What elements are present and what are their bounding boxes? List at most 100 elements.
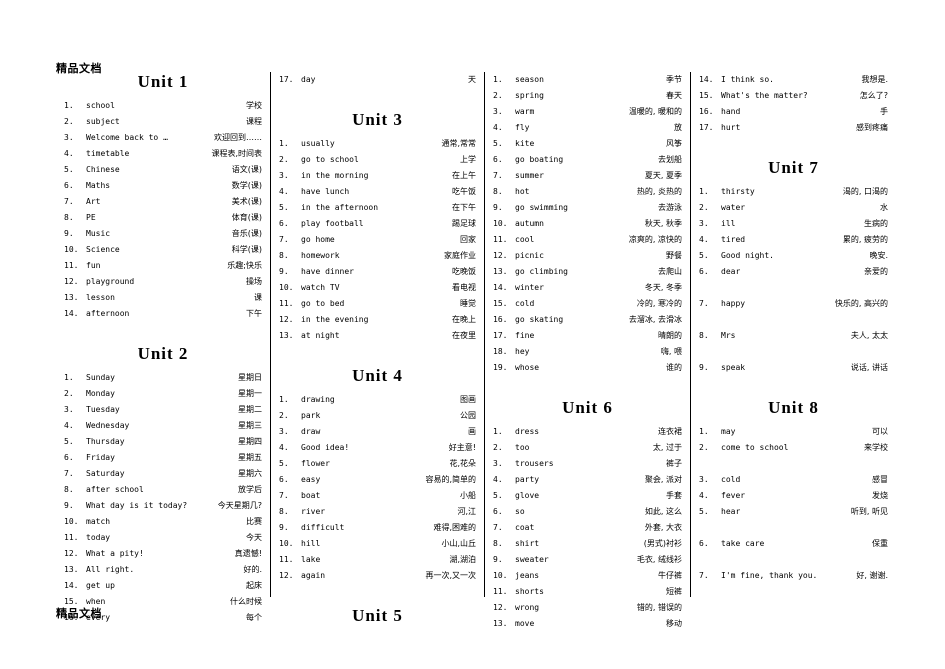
entry-english: sweater xyxy=(515,555,549,564)
table-row: 4. Wednesday 星期三 xyxy=(64,418,262,434)
entry-number: 1. xyxy=(699,427,709,436)
word-list-columns: Unit 1 1. school 学校 2. subject 课程 3. Welcome bac… xyxy=(56,72,896,628)
entry-english: Sunday xyxy=(86,373,115,382)
entry-english: cold xyxy=(515,299,535,308)
table-row: 15. What's the matter? 怎么了? xyxy=(699,88,888,104)
entry-number: 1. xyxy=(64,373,74,382)
entry-english: trousers xyxy=(515,459,554,468)
entry-english: in the evening xyxy=(301,315,369,324)
table-row: 8. shirt (男式)衬衫 xyxy=(493,536,682,552)
table-row: 16. every 每个 xyxy=(64,610,262,626)
entry-number: 7. xyxy=(699,299,709,308)
document-page: 精品文档 精品文档 Unit 1 1. school 学校 2. subject 课程 3. W… xyxy=(0,0,945,669)
table-row: 10. Science 科学(课) xyxy=(64,242,262,258)
table-row: 6. dear 亲爱的 xyxy=(699,264,888,280)
entry-number: 5. xyxy=(279,203,289,212)
entry-number: 2. xyxy=(493,443,503,452)
table-row: 12. What a pity! 真遗憾! xyxy=(64,546,262,562)
entry-number: 5. xyxy=(493,139,503,148)
entry-chinese xyxy=(842,552,888,568)
entry-chinese: 课程表,时间表 xyxy=(211,149,262,158)
entry-english: fly xyxy=(515,123,530,132)
entry-number: 1. xyxy=(493,427,503,436)
table-row: 7. coat 外套, 大衣 xyxy=(493,520,682,536)
entry-english: in the afternoon xyxy=(301,203,379,212)
entry-english: day xyxy=(301,75,316,84)
entry-english: hot xyxy=(515,187,530,196)
entry-chinese: 星期一 xyxy=(238,389,262,398)
entry-english: Wednesday xyxy=(86,421,130,430)
entry-english: picnic xyxy=(515,251,544,260)
table-row: 2. Monday 星期一 xyxy=(64,386,262,402)
column-4: 14. I think so. 我想是. 15. What's the matter? 怎… xyxy=(690,72,896,597)
entry-number: 9. xyxy=(699,363,709,372)
entry-number: 10. xyxy=(279,283,294,292)
entry-number: 12. xyxy=(279,315,294,324)
entry-chinese: 音乐(课) xyxy=(231,229,262,238)
table-row: 3. in the morning 在上午 xyxy=(279,168,476,184)
table-row: 7. I'm fine, thank you. 好, 谢谢. xyxy=(699,568,888,584)
entry-english: autumn xyxy=(515,219,544,228)
entry-number: 3. xyxy=(493,459,503,468)
table-row: 3. ill 生病的 xyxy=(699,216,888,232)
entry-number: 8. xyxy=(699,331,709,340)
word-table: 1. season 季节 2. spring 春天 3. warm 温暖的, 暖和的 4. fly 放… xyxy=(493,72,682,376)
table-row: 6. so 如此, 这么 xyxy=(493,504,682,520)
entry-chinese: 什么时候 xyxy=(230,597,262,606)
entry-number: 9. xyxy=(64,501,74,510)
table-row: 14. get up 起床 xyxy=(64,578,262,594)
entry-chinese: 回家 xyxy=(460,235,476,244)
entry-english xyxy=(721,312,804,328)
entry-chinese: 踢足球 xyxy=(452,219,476,228)
entry-chinese: 睡觉 xyxy=(460,299,476,308)
entry-number: 6. xyxy=(64,181,74,190)
entry-english: happy xyxy=(721,299,746,308)
entry-chinese: 吃午饭 xyxy=(452,187,476,196)
entry-number: 9. xyxy=(493,555,503,564)
entry-number: 10. xyxy=(493,219,508,228)
table-row: 7. happy 快乐的, 高兴的 xyxy=(699,296,888,312)
table-row: 7. Art 美术(课) xyxy=(64,194,262,210)
entry-english: when xyxy=(86,597,106,606)
entry-number xyxy=(699,344,721,360)
table-row: 9. have dinner 吃晚饭 xyxy=(279,264,476,280)
entry-english: Chinese xyxy=(86,165,120,174)
table-row: 10. match 比赛 xyxy=(64,514,262,530)
entry-chinese: 晴朗的 xyxy=(658,331,682,340)
entry-number: 11. xyxy=(493,235,508,244)
entry-english: flower xyxy=(301,459,330,468)
entry-number: 6. xyxy=(493,155,503,164)
entry-chinese: 吃晚饭 xyxy=(452,267,476,276)
entry-number: 16. xyxy=(493,315,508,324)
entry-chinese: 上学 xyxy=(460,155,476,164)
table-row: 6. Friday 星期五 xyxy=(64,450,262,466)
entry-chinese: 太, 过于 xyxy=(652,443,682,452)
entry-number xyxy=(699,280,721,296)
entry-number: 19. xyxy=(493,363,508,372)
entry-chinese: 科学(课) xyxy=(231,245,262,254)
entry-english: take care xyxy=(721,539,765,548)
entry-chinese: 渴的, 口渴的 xyxy=(842,187,888,196)
entry-english: easy xyxy=(301,475,321,484)
entry-number: 2. xyxy=(64,389,74,398)
entry-number: 2. xyxy=(493,91,503,100)
entry-number: 3. xyxy=(279,427,289,436)
entry-english xyxy=(721,552,842,568)
table-row: 2. water 水 xyxy=(699,200,888,216)
entry-chinese: 语文(课) xyxy=(231,165,262,174)
entry-english: Monday xyxy=(86,389,115,398)
entry-chinese: 季节 xyxy=(666,75,682,84)
entry-english: Welcome back to … xyxy=(86,133,168,142)
entry-english: Friday xyxy=(86,453,115,462)
entry-english: Maths xyxy=(86,181,111,190)
entry-english: hand xyxy=(721,107,741,116)
entry-number: 13. xyxy=(64,565,79,574)
table-row: 5. Thursday 星期四 xyxy=(64,434,262,450)
table-row: 3. trousers 裤子 xyxy=(493,456,682,472)
entry-english: go boating xyxy=(515,155,564,164)
table-row: 8. Mrs 夫人, 太太 xyxy=(699,328,888,344)
entry-english: Saturday xyxy=(86,469,125,478)
entry-english: get up xyxy=(86,581,115,590)
